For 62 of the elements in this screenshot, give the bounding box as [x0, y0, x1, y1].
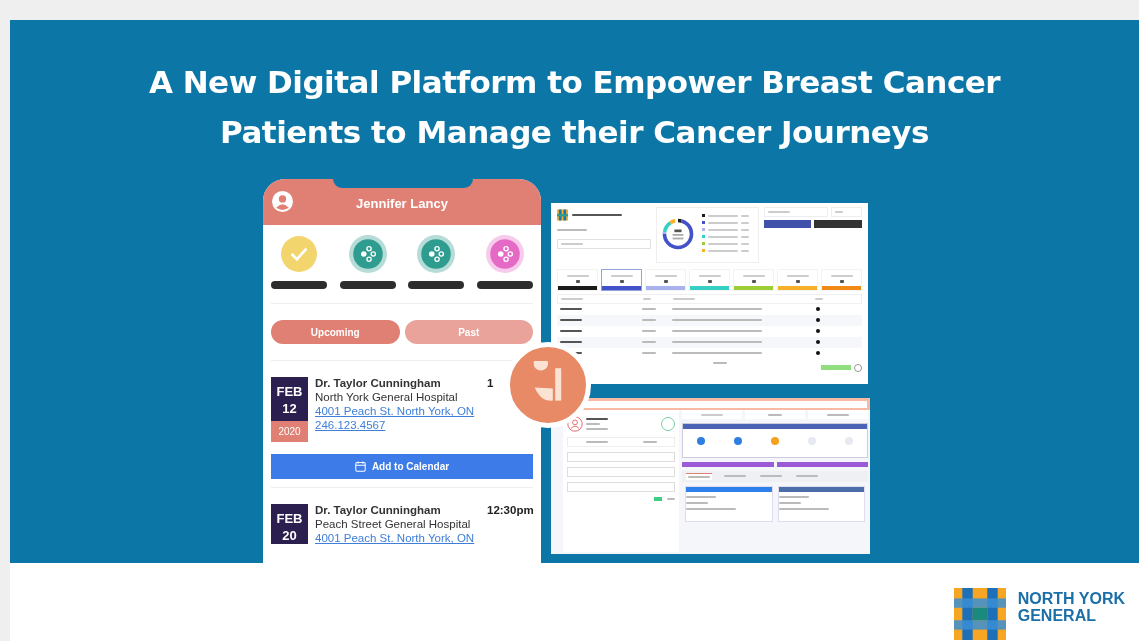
user-avatar-icon: [567, 416, 583, 432]
date-month: FEB: [276, 510, 303, 527]
profile-tab[interactable]: [722, 473, 748, 480]
input-field[interactable]: [567, 452, 675, 462]
task-dot-icon[interactable]: [816, 318, 820, 322]
help-badge[interactable]: [821, 365, 851, 370]
task-dot-icon[interactable]: [816, 340, 820, 344]
task-dot-icon[interactable]: [816, 307, 820, 311]
plaid-logo-icon: [557, 209, 568, 221]
headline: A New Digital Platform to Empower Breast Cancer: [148, 63, 1001, 102]
journey-node-icon[interactable]: [734, 437, 743, 445]
date-year: 2020: [271, 421, 308, 442]
step-label-bar: [271, 281, 327, 289]
search-field[interactable]: [557, 239, 652, 249]
address-link[interactable]: 4001 Peach St. North York, ON: [315, 405, 475, 417]
profile-tab[interactable]: [686, 473, 712, 480]
journey-node-icon[interactable]: [844, 437, 853, 445]
toolbar-button[interactable]: [808, 410, 868, 419]
organization-name: NORTH YORK: [1017, 590, 1125, 607]
save-button[interactable]: [654, 497, 662, 501]
date-day: 12: [282, 400, 297, 417]
appointment-time: 1: [487, 377, 494, 389]
date-month: FEB: [276, 383, 303, 400]
date-chip: [763, 207, 828, 217]
task-dot-icon[interactable]: [816, 329, 820, 333]
journey-node-icon[interactable]: [697, 437, 706, 445]
phone-link[interactable]: 246.123.4567: [315, 419, 386, 431]
input-field[interactable]: [567, 482, 675, 492]
hospital-name: Peach Street General Hospital: [315, 518, 471, 530]
headline: Patients to Manage their Cancer Journeys: [220, 113, 929, 152]
doctor-name: Dr. Taylor Cunningham: [315, 377, 441, 389]
calendar-icon: [354, 461, 366, 472]
toolbar-button[interactable]: [682, 410, 742, 419]
journey-node-icon[interactable]: [807, 437, 816, 445]
appointment-time: 12:30pm: [487, 504, 534, 516]
input-field[interactable]: [567, 467, 675, 477]
user-avatar-icon[interactable]: [272, 191, 293, 212]
address-link[interactable]: 4001 Peach St. North York, ON: [315, 532, 475, 544]
step-label-bar: [408, 281, 465, 289]
dots-step-icon[interactable]: [417, 235, 456, 273]
journey-node-icon[interactable]: [771, 437, 779, 445]
plaid-logo-icon: [953, 587, 1006, 641]
stage-card[interactable]: [601, 269, 642, 291]
date-day: 20: [282, 527, 297, 544]
doctor-name: Dr. Taylor Cunningham: [315, 504, 441, 516]
check-step-icon[interactable]: [280, 235, 318, 273]
dots-step-icon[interactable]: [485, 235, 524, 273]
time-chip: [831, 207, 862, 217]
step-label-bar: [476, 281, 533, 289]
step-label-bar: [339, 281, 396, 289]
appointment-tab[interactable]: Upcoming: [271, 320, 400, 344]
user-name: Jennifer Lancy: [356, 196, 448, 211]
action-button[interactable]: [763, 220, 812, 228]
profile-tab[interactable]: [794, 473, 820, 480]
task-dot-icon[interactable]: [816, 351, 820, 355]
profile-tab[interactable]: [758, 473, 784, 480]
dots-step-icon[interactable]: [348, 235, 387, 273]
add-to-calendar-button[interactable]: Add to Calendar: [271, 454, 533, 479]
toolbar-button[interactable]: [745, 410, 805, 419]
organization-name: GENERAL: [1017, 607, 1097, 624]
section-toggle-bar[interactable]: [567, 437, 675, 447]
hospital-name: North York General Hospital: [315, 391, 458, 403]
